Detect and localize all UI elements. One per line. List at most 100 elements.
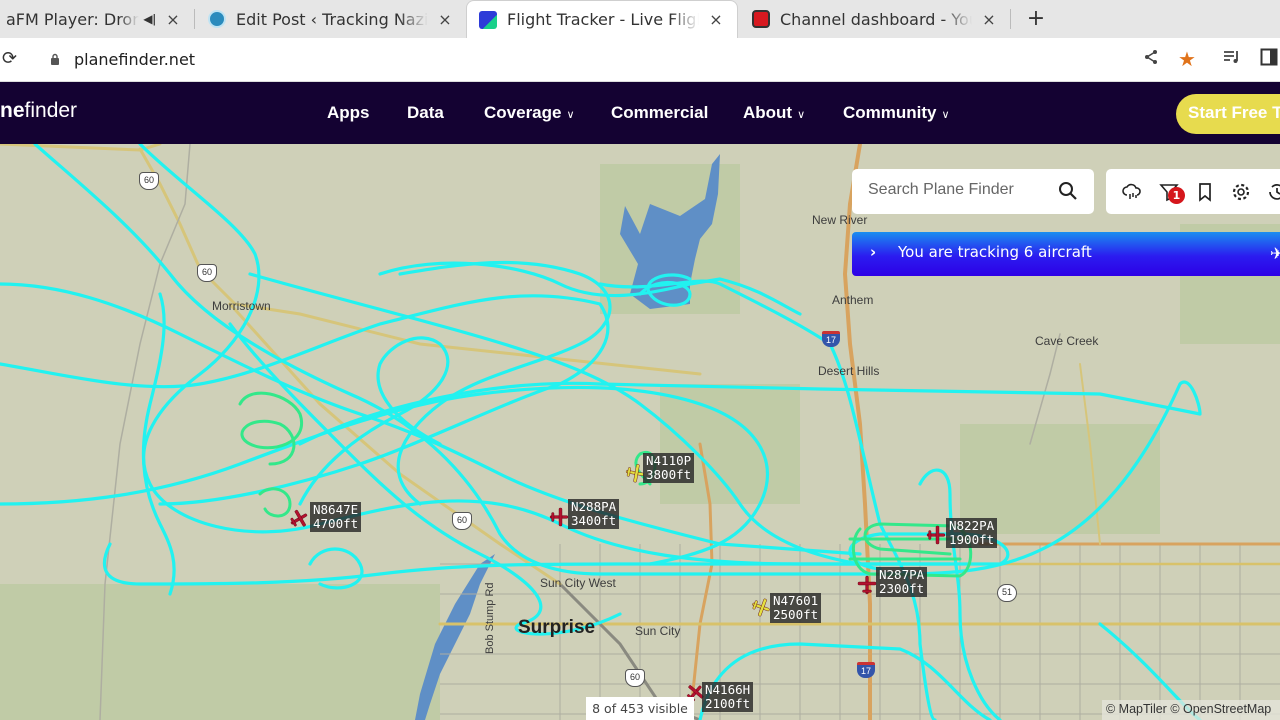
- aircraft-marker-icon[interactable]: [548, 506, 570, 528]
- place-label: Morristown: [212, 299, 271, 313]
- map-attribution[interactable]: © MapTiler © OpenStreetMap: [1102, 700, 1280, 720]
- flight-map[interactable]: New River Anthem Cave Creek Desert Hills Mor…: [0, 144, 1280, 720]
- audio-icon[interactable]: ◀ǀ: [143, 12, 156, 26]
- browser-tab-1[interactable]: aFM Player: Drone ◀ǀ ×: [0, 0, 194, 38]
- search-input[interactable]: [868, 181, 1048, 199]
- url-text[interactable]: planefinder.net: [74, 50, 195, 69]
- aircraft-callsign: N287PA: [879, 567, 925, 582]
- media-control-icon[interactable]: [1222, 48, 1242, 71]
- aircraft-marker-icon[interactable]: [288, 508, 310, 530]
- reload-icon[interactable]: ⟳: [2, 48, 17, 69]
- state-route-shield: 51: [997, 584, 1017, 602]
- flight-track: [378, 261, 802, 316]
- aircraft-callsign: N4166H: [705, 682, 751, 697]
- youtube-studio-icon: [752, 10, 770, 28]
- low-altitude-tracks: [238, 391, 973, 578]
- close-tab-icon[interactable]: ×: [980, 10, 998, 29]
- us-highway-shield: 60: [197, 264, 217, 282]
- aircraft-altitude: 1900ft: [949, 532, 995, 547]
- aircraft-marker-icon[interactable]: [750, 596, 772, 618]
- aircraft-altitude: 2100ft: [705, 696, 751, 711]
- flight-track: [141, 292, 176, 596]
- place-label: Surprise: [518, 617, 596, 638]
- aircraft-callsign: N8647E: [313, 502, 359, 517]
- site-header: nefinder Apps Data Coverage ∨ Commercial …: [0, 82, 1280, 144]
- lock-icon[interactable]: [50, 53, 60, 65]
- browser-tab-4[interactable]: Channel dashboard - YouT ×: [740, 0, 1010, 38]
- aircraft-label[interactable]: N4110P 3800ft: [643, 453, 695, 483]
- nav-community[interactable]: Community ∨: [843, 103, 950, 123]
- chevron-down-icon: ∨: [941, 109, 950, 121]
- place-label: Desert Hills: [818, 364, 880, 378]
- place-label: New River: [812, 213, 868, 227]
- planefinder-icon: [479, 10, 497, 29]
- aircraft-label[interactable]: N4166H 2100ft: [702, 682, 754, 712]
- browser-tab-strip: aFM Player: Drone ◀ǀ × Edit Post ‹ Track…: [0, 0, 1280, 38]
- wordpress-icon: [208, 10, 226, 28]
- settings-gear-icon[interactable]: [1231, 182, 1251, 202]
- close-tab-icon[interactable]: ×: [707, 10, 725, 29]
- aircraft-altitude: 3800ft: [646, 467, 692, 482]
- nav-apps[interactable]: Apps: [327, 103, 370, 123]
- interstate-shield: 17: [822, 331, 840, 347]
- visible-aircraft-count: 8 of 453 visible: [586, 697, 694, 720]
- tab-title: Flight Tracker - Live Flight: [507, 10, 699, 29]
- tab-title: Channel dashboard - YouT: [780, 9, 972, 29]
- aircraft-label[interactable]: N287PA 2300ft: [876, 567, 928, 597]
- chevron-down-icon: ∨: [797, 109, 806, 121]
- filter-count-badge: 1: [1168, 187, 1185, 204]
- new-tab-button[interactable]: +: [1024, 6, 1048, 31]
- weather-cloud-icon[interactable]: [1122, 182, 1142, 202]
- tab-title: Edit Post ‹ Tracking NaziG: [236, 9, 428, 29]
- nav-label: Apps: [327, 103, 370, 122]
- aircraft-callsign: N47601: [773, 593, 819, 608]
- place-label: Bob Stump Rd: [484, 582, 496, 654]
- share-icon[interactable]: [1142, 48, 1160, 71]
- browser-tab-2[interactable]: Edit Post ‹ Tracking NaziG ×: [196, 0, 466, 38]
- search-box: [852, 169, 1094, 214]
- planefinder-logo[interactable]: nefinder: [0, 99, 77, 123]
- logo-light-part: finder: [24, 99, 78, 122]
- flight-tracks: [0, 144, 1202, 720]
- tab-divider: [194, 9, 195, 29]
- aircraft-label[interactable]: N47601 2500ft: [770, 593, 822, 623]
- nav-label: Data: [407, 103, 444, 122]
- address-bar[interactable]: planefinder.net: [36, 44, 1208, 76]
- nav-label: Commercial: [611, 103, 709, 122]
- aircraft-label[interactable]: N8647E 4700ft: [310, 502, 362, 532]
- map-tools: 1: [1106, 169, 1280, 214]
- aircraft-callsign: N288PA: [571, 499, 617, 514]
- browser-tab-3-active[interactable]: Flight Tracker - Live Flight ×: [466, 0, 738, 38]
- aircraft-marker-icon[interactable]: [856, 574, 878, 596]
- start-free-trial-button[interactable]: Start Free Trial: [1176, 94, 1280, 134]
- side-panel-icon[interactable]: [1260, 48, 1278, 71]
- flight-track-low: [258, 487, 292, 518]
- place-label: Sun City West: [540, 576, 616, 590]
- flight-track: [138, 144, 952, 566]
- aircraft-label[interactable]: N822PA 1900ft: [946, 518, 998, 548]
- flight-track: [598, 279, 937, 720]
- search-icon[interactable]: [1058, 181, 1078, 201]
- close-tab-icon[interactable]: ×: [436, 10, 454, 29]
- nav-label: Coverage: [484, 103, 562, 122]
- close-tab-icon[interactable]: ×: [164, 10, 182, 29]
- flight-track: [308, 547, 364, 590]
- nav-coverage[interactable]: Coverage ∨: [484, 103, 575, 123]
- bookmark-star-icon[interactable]: ★: [1178, 47, 1196, 71]
- aircraft-marker-icon[interactable]: [925, 524, 947, 546]
- aircraft-callsign: N4110P: [646, 453, 692, 468]
- tracking-panel-toggle[interactable]: › You are tracking 6 aircraft ✈: [852, 232, 1280, 276]
- nav-label: Community: [843, 103, 937, 122]
- aircraft-callsign: N822PA: [949, 518, 995, 533]
- nav-about[interactable]: About ∨: [743, 103, 805, 123]
- logo-bold-part: ne: [0, 99, 25, 122]
- nav-data[interactable]: Data: [407, 103, 444, 123]
- aircraft-label[interactable]: N288PA 3400ft: [568, 499, 620, 529]
- place-label: Anthem: [832, 293, 874, 307]
- browser-toolbar: ⟳ planefinder.net ★: [0, 38, 1280, 82]
- aircraft-icon: ✈: [1270, 244, 1280, 263]
- bookmark-icon[interactable]: [1195, 182, 1215, 202]
- place-label: Cave Creek: [1035, 334, 1099, 348]
- history-clock-icon[interactable]: [1267, 182, 1280, 202]
- nav-commercial[interactable]: Commercial: [611, 103, 708, 123]
